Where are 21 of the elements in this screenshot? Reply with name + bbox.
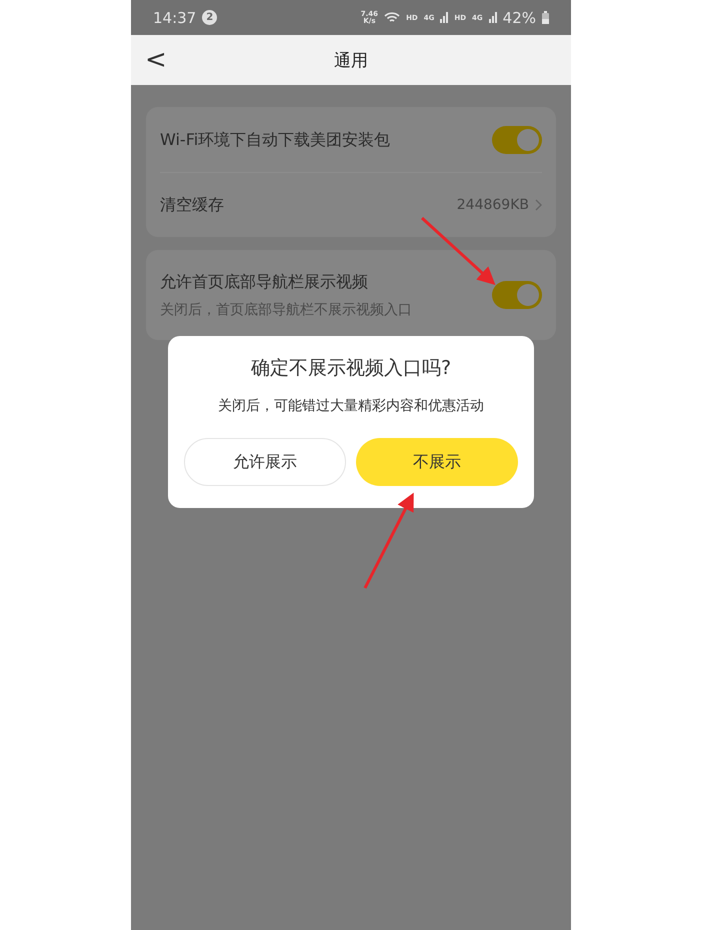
back-button[interactable]: < xyxy=(141,45,171,75)
toggle-switch[interactable] xyxy=(492,126,542,154)
setting-description: 关闭后，首页底部导航栏不展示视频入口 xyxy=(160,300,413,318)
confirm-button[interactable]: 不展示 xyxy=(356,438,518,486)
setting-label: 清空缓存 xyxy=(160,194,225,216)
signal-icon xyxy=(488,12,497,23)
toggle-switch[interactable] xyxy=(492,281,542,309)
setting-label: Wi-Fi环境下自动下载美团安装包 xyxy=(160,130,392,150)
cancel-button[interactable]: 允许展示 xyxy=(184,438,346,486)
dialog-title: 确定不展示视频入口吗? xyxy=(250,356,452,381)
notification-badge: 2 xyxy=(202,10,218,25)
dialog-message: 关闭后，可能错过大量精彩内容和优惠活动 xyxy=(218,397,484,415)
chevron-right-icon[interactable] xyxy=(535,199,542,211)
battery-percent: 42% xyxy=(502,8,536,26)
signal-icon xyxy=(440,12,448,23)
battery-icon xyxy=(542,11,549,24)
status-time: 14:37 xyxy=(153,8,196,26)
page-title: 通用 xyxy=(334,50,368,72)
wifi-icon xyxy=(384,11,400,24)
setting-label: 允许首页底部导航栏展示视频 xyxy=(160,272,369,292)
cache-size: 244869KB xyxy=(456,197,529,213)
